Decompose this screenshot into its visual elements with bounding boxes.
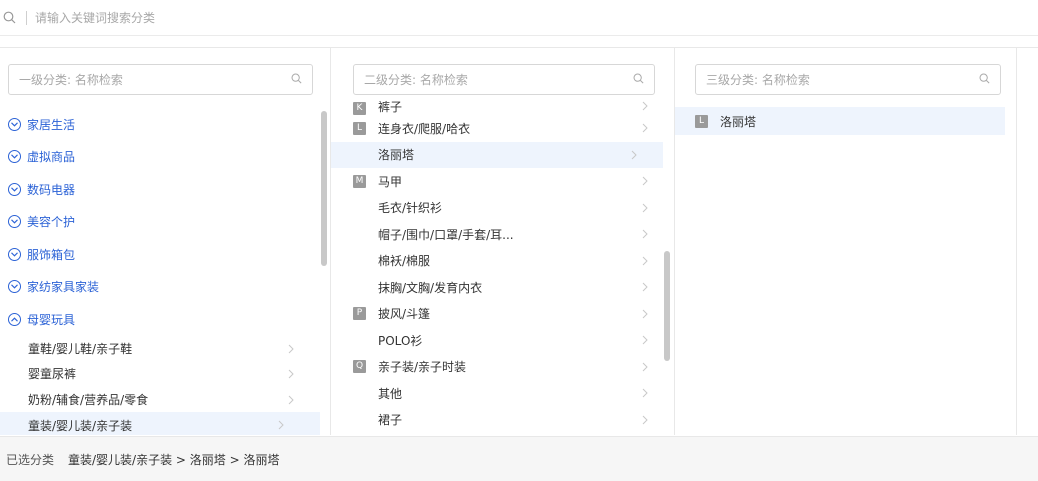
chevron-right-icon bbox=[278, 420, 284, 430]
level2-item-selected[interactable]: 洛丽塔 bbox=[331, 141, 663, 168]
chevron-right-icon bbox=[642, 309, 648, 318]
level1-panel: 一级分类: 名称检索 家居生活 虚拟商品 数码电器 美容个护 服饰箱包 家纺家具… bbox=[0, 48, 331, 435]
chevron-right-icon bbox=[288, 395, 294, 405]
chevron-right-icon bbox=[631, 150, 637, 159]
chevron-down-circle-icon bbox=[8, 280, 21, 294]
letter-badge: M bbox=[353, 174, 366, 188]
chevron-down-circle-icon bbox=[8, 182, 21, 196]
letter-badge: L bbox=[695, 114, 708, 128]
level3-list: L 洛丽塔 bbox=[675, 107, 1016, 135]
level1-group-item[interactable]: 数码电器 bbox=[0, 173, 330, 206]
chevron-right-icon bbox=[288, 344, 294, 353]
chevron-right-icon bbox=[642, 123, 648, 133]
level2-item[interactable]: POLO衫 bbox=[331, 327, 674, 354]
selected-category-bar: 已选分类 童装/婴儿装/亲子装 > 洛丽塔 > 洛丽塔 bbox=[0, 436, 1038, 481]
level2-item[interactable]: M 马甲 bbox=[331, 168, 674, 195]
chevron-down-circle-icon bbox=[8, 247, 21, 261]
empty-panel bbox=[1017, 48, 1038, 435]
search-divider bbox=[26, 10, 27, 25]
letter-badge: K bbox=[353, 102, 366, 115]
chevron-down-circle-icon bbox=[8, 117, 21, 131]
level1-child-item-selected[interactable]: 童装/婴儿装/亲子装 bbox=[0, 412, 320, 435]
level2-item[interactable]: 棉袄/棉服 bbox=[331, 248, 674, 275]
level2-item[interactable]: P 披风/斗篷 bbox=[331, 301, 674, 328]
level2-item[interactable]: 裙子 bbox=[331, 407, 674, 434]
search-icon bbox=[291, 73, 302, 87]
selected-label: 已选分类 bbox=[6, 452, 55, 467]
chevron-down-circle-icon bbox=[8, 215, 21, 229]
level2-item[interactable]: 其他 bbox=[331, 380, 674, 407]
level1-group-item-expanded[interactable]: 母婴玩具 bbox=[0, 303, 330, 336]
top-search-bar[interactable]: 请输入关键词搜索分类 bbox=[0, 0, 1038, 36]
level1-scrollbar[interactable] bbox=[321, 111, 327, 266]
level3-item-selected[interactable]: L 洛丽塔 bbox=[675, 107, 1005, 135]
level1-filter-input[interactable]: 一级分类: 名称检索 bbox=[8, 64, 313, 95]
level1-child-item[interactable]: 奶粉/辅食/营养品/零食 bbox=[0, 387, 330, 413]
level2-panel: 二级分类: 名称检索 K 裤子 L 连身衣/爬服/哈衣 洛丽塔 M 马甲 毛衣/… bbox=[331, 48, 675, 435]
chevron-right-icon bbox=[288, 369, 294, 379]
level1-child-item[interactable]: 婴童尿裤 bbox=[0, 361, 330, 387]
search-input[interactable]: 请输入关键词搜索分类 bbox=[35, 9, 155, 26]
chevron-right-icon bbox=[642, 335, 648, 345]
chevron-down-circle-icon bbox=[8, 150, 21, 164]
search-icon bbox=[979, 73, 990, 87]
level1-group-item[interactable]: 家居生活 bbox=[0, 108, 330, 141]
level2-filter-input[interactable]: 二级分类: 名称检索 bbox=[353, 64, 655, 95]
chevron-up-circle-icon bbox=[8, 312, 21, 326]
level3-filter-input[interactable]: 三级分类: 名称检索 bbox=[695, 64, 1001, 95]
chevron-right-icon bbox=[642, 229, 648, 239]
level1-group-item[interactable]: 虚拟商品 bbox=[0, 141, 330, 174]
level3-panel: 三级分类: 名称检索 L 洛丽塔 bbox=[675, 48, 1017, 435]
chevron-right-icon bbox=[642, 282, 648, 292]
chevron-right-icon bbox=[642, 101, 648, 111]
chevron-right-icon bbox=[642, 415, 648, 424]
chevron-right-icon bbox=[642, 176, 648, 186]
level1-list: 家居生活 虚拟商品 数码电器 美容个护 服饰箱包 家纺家具家装 母婴玩具 童鞋/… bbox=[0, 108, 330, 435]
level2-item[interactable]: K 裤子 bbox=[331, 99, 674, 115]
level2-item[interactable]: L 连身衣/爬服/哈衣 bbox=[331, 115, 674, 142]
letter-badge: P bbox=[353, 307, 366, 321]
chevron-right-icon bbox=[642, 203, 648, 212]
level2-item[interactable]: 毛衣/针织衫 bbox=[331, 195, 674, 222]
level1-group-item[interactable]: 家纺家具家装 bbox=[0, 271, 330, 304]
selected-path: 童装/婴儿装/亲子装 > 洛丽塔 > 洛丽塔 bbox=[68, 452, 280, 467]
level2-scrollbar[interactable] bbox=[664, 251, 670, 361]
search-icon bbox=[633, 73, 644, 87]
chevron-right-icon bbox=[642, 362, 648, 371]
search-icon bbox=[2, 11, 16, 25]
letter-badge: Q bbox=[353, 360, 366, 374]
level2-item[interactable]: Q 亲子装/亲子时装 bbox=[331, 354, 674, 381]
level2-item[interactable]: 帽子/围巾/口罩/手套/耳... bbox=[331, 221, 674, 248]
level1-group-item[interactable]: 美容个护 bbox=[0, 206, 330, 239]
level2-list: K 裤子 L 连身衣/爬服/哈衣 洛丽塔 M 马甲 毛衣/针织衫 帽子/围巾/口… bbox=[331, 99, 674, 433]
level2-item[interactable]: 抹胸/文胸/发育内衣 bbox=[331, 274, 674, 301]
chevron-right-icon bbox=[642, 388, 648, 398]
level1-group-item[interactable]: 服饰箱包 bbox=[0, 238, 330, 271]
level1-child-item[interactable]: 童鞋/婴儿鞋/亲子鞋 bbox=[0, 336, 330, 362]
category-panels: 一级分类: 名称检索 家居生活 虚拟商品 数码电器 美容个护 服饰箱包 家纺家具… bbox=[0, 47, 1038, 435]
letter-badge: L bbox=[353, 121, 366, 135]
chevron-right-icon bbox=[642, 256, 648, 265]
